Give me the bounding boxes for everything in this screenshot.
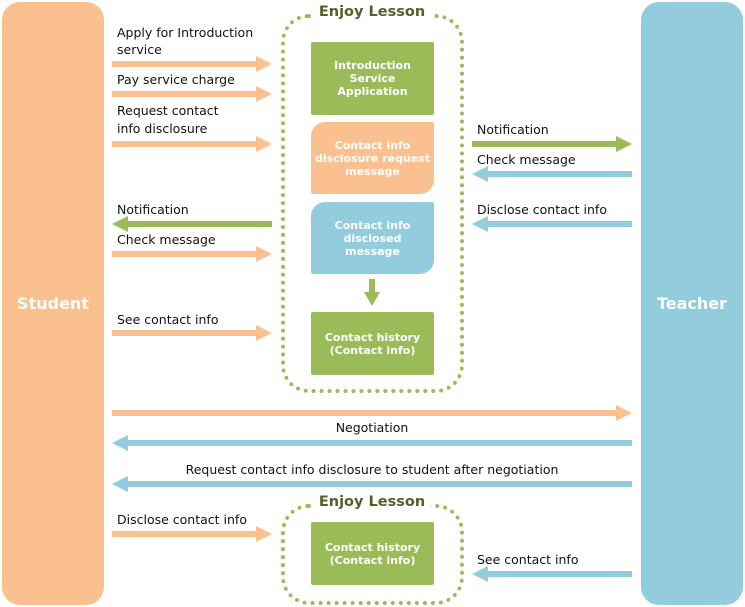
contact-history-box-2: Contact history (Contact info) [311, 522, 434, 585]
contact-history-box-1: Contact history (Contact info) [311, 312, 434, 375]
request-after-negotiation-label: Request contact info disclosure to stude… [185, 462, 559, 477]
contact-info-disclosed-box: Contact info disclosed message [311, 202, 434, 274]
student-lane: Student [2, 2, 104, 605]
student-check-message-label: Check message [117, 232, 216, 247]
student-disclose-label: Disclose contact info [117, 512, 247, 527]
pay-label: Pay service charge [117, 72, 235, 87]
contact-info-disclosure-request-box: Contact info disclosure request message [311, 122, 434, 194]
request-label-line1: Request contact [117, 103, 219, 118]
request-label-line2: info disclosure [117, 121, 208, 136]
introduction-service-application-box: Introduction Service Application [311, 42, 434, 115]
teacher-check-message-label: Check message [477, 152, 576, 167]
teacher-notification-label: Notification [477, 122, 549, 137]
teacher-see-contact-label: See contact info [477, 552, 579, 567]
student-see-contact-label: See contact info [117, 312, 219, 327]
teacher-disclose-label: Disclose contact info [477, 202, 607, 217]
apply-label-line1: Apply for Introduction [117, 25, 254, 40]
enjoy-lesson-title-1: Enjoy Lesson [312, 4, 432, 20]
apply-label-line2: service [117, 42, 162, 57]
student-label: Student [17, 294, 89, 313]
negotiation-label: Negotiation [335, 420, 409, 435]
teacher-label: Teacher [656, 294, 728, 313]
enjoy-lesson-title-2: Enjoy Lesson [312, 494, 432, 510]
teacher-lane: Teacher [641, 2, 743, 605]
